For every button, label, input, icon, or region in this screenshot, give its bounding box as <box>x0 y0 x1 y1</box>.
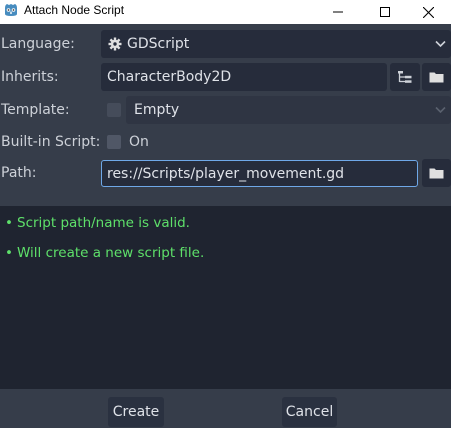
title-bar: Attach Node Script <box>0 0 451 24</box>
message-item: • Will create a new script file. <box>5 245 204 261</box>
template-value: Empty <box>134 102 180 118</box>
class-tree-icon <box>398 71 412 83</box>
inherits-value: CharacterBody2D <box>107 69 232 85</box>
minimize-icon <box>333 11 343 13</box>
path-label: Path: <box>1 165 37 181</box>
language-dropdown[interactable]: GDScript <box>101 30 451 58</box>
path-input[interactable]: res://Scripts/player_movement.gd <box>101 160 418 187</box>
chevron-down-icon <box>435 106 446 114</box>
message-text: Will create a new script file. <box>17 245 205 261</box>
window-title: Attach Node Script <box>24 3 125 17</box>
message-item: • Script path/name is valid. <box>5 215 190 231</box>
message-text: Script path/name is valid. <box>17 215 190 231</box>
validation-messages-panel: • Script path/name is valid. • Will create… <box>0 206 451 389</box>
builtin-script-label: Built-in Script: <box>1 134 101 150</box>
maximize-button[interactable] <box>362 0 408 24</box>
path-browse-button[interactable] <box>422 159 451 187</box>
builtin-script-checkbox[interactable] <box>107 135 121 149</box>
template-label: Template: <box>1 102 70 118</box>
template-dropdown[interactable]: Empty <box>126 96 451 124</box>
dialog-footer: Create Cancel <box>0 389 451 428</box>
cancel-button[interactable]: Cancel <box>282 397 337 427</box>
close-button[interactable] <box>405 0 451 24</box>
maximize-icon <box>380 7 390 17</box>
message-bullet: • <box>5 215 13 231</box>
minimize-button[interactable] <box>315 0 361 24</box>
script-form: Language: GDScript Inherits: CharacterBo… <box>0 24 451 195</box>
close-icon <box>422 6 434 18</box>
path-value: res://Scripts/player_movement.gd <box>107 166 345 182</box>
folder-icon <box>429 168 444 179</box>
template-checkbox[interactable] <box>107 103 121 117</box>
create-button[interactable]: Create <box>108 397 164 427</box>
message-bullet: • <box>5 245 13 261</box>
inherits-label: Inherits: <box>1 69 59 85</box>
godot-logo-icon <box>5 4 17 16</box>
folder-icon <box>429 72 444 83</box>
inherits-input[interactable]: CharacterBody2D <box>101 63 387 91</box>
chevron-down-icon <box>435 40 446 48</box>
class-hierarchy-button[interactable] <box>390 63 420 91</box>
builtin-script-option-label: On <box>129 134 149 150</box>
inherits-browse-button[interactable] <box>422 63 451 91</box>
language-value: GDScript <box>127 36 190 52</box>
gear-icon <box>108 37 122 51</box>
language-label: Language: <box>1 36 75 52</box>
